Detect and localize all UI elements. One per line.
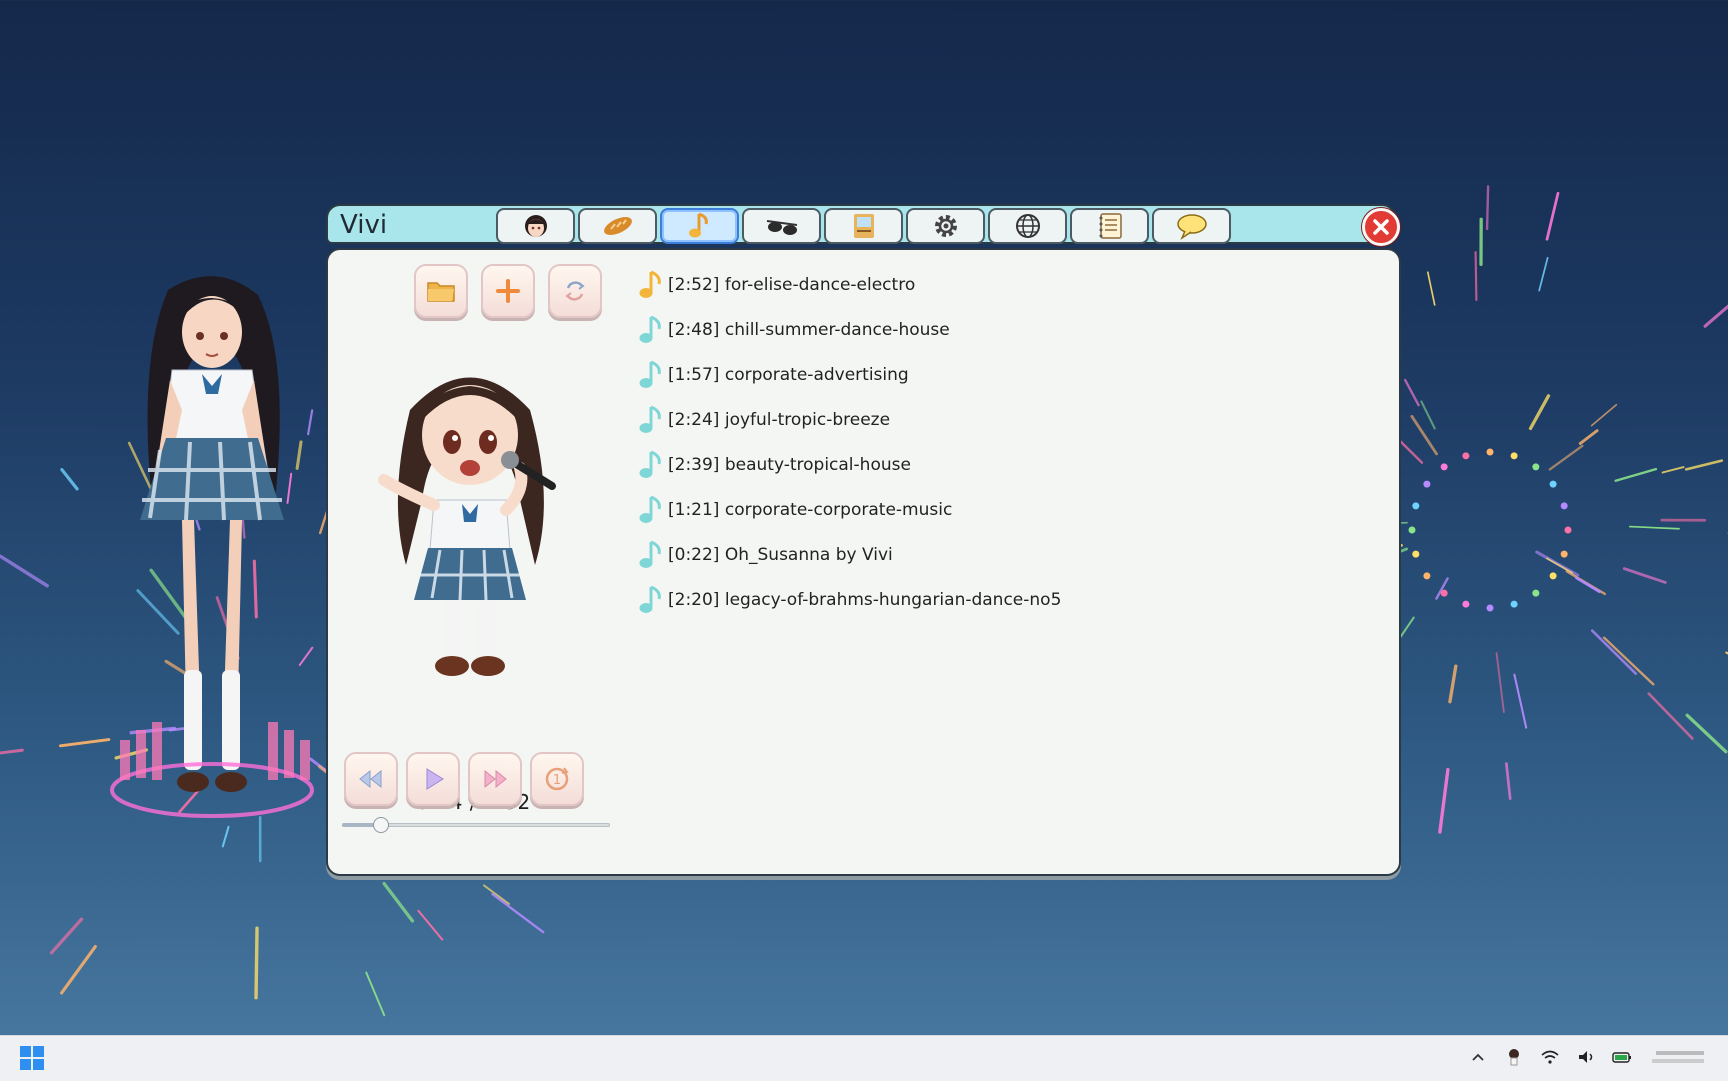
title-bar[interactable]: Vivi bbox=[326, 204, 1396, 244]
music-note-icon bbox=[634, 358, 664, 392]
tab-notes[interactable] bbox=[1070, 208, 1149, 244]
track-label: [1:21] corporate-corporate-music bbox=[668, 500, 952, 520]
gear-icon bbox=[928, 211, 964, 241]
tab-chat[interactable] bbox=[1152, 208, 1231, 244]
book-icon bbox=[846, 211, 882, 241]
music-note-icon bbox=[634, 313, 664, 347]
rewind-icon bbox=[354, 762, 388, 796]
tab-bar bbox=[496, 208, 1231, 244]
refresh-button[interactable] bbox=[548, 264, 602, 318]
playlist-item[interactable]: [2:52] for-elise-dance-electro bbox=[634, 262, 1334, 307]
track-label: [2:20] legacy-of-brahms-hungarian-dance-… bbox=[668, 590, 1061, 610]
desktop-character[interactable] bbox=[90, 270, 340, 890]
app-window: Vivi bbox=[326, 204, 1401, 876]
system-tray bbox=[1468, 1047, 1708, 1067]
tab-food[interactable] bbox=[578, 208, 657, 244]
notebook-icon bbox=[1092, 211, 1128, 241]
repeat-one-icon: 1 bbox=[540, 762, 574, 796]
close-button[interactable] bbox=[1362, 208, 1400, 246]
track-label: [2:52] for-elise-dance-electro bbox=[668, 275, 915, 295]
play-button[interactable] bbox=[406, 752, 460, 806]
music-note-icon bbox=[634, 583, 664, 617]
music-note-icon bbox=[634, 448, 664, 482]
track-label: [2:39] beauty-tropical-house bbox=[668, 455, 911, 475]
music-note-icon bbox=[634, 538, 664, 572]
tab-settings[interactable] bbox=[906, 208, 985, 244]
volume-icon[interactable] bbox=[1576, 1047, 1596, 1067]
add-icon bbox=[491, 274, 525, 308]
playlist-item[interactable]: [2:48] chill-summer-dance-house bbox=[634, 307, 1334, 352]
track-label: [2:48] chill-summer-dance-house bbox=[668, 320, 950, 340]
tab-character[interactable] bbox=[496, 208, 575, 244]
fast-forward-icon bbox=[478, 762, 512, 796]
vivi-tray-icon[interactable] bbox=[1504, 1047, 1524, 1067]
playlist-item[interactable]: [2:39] beauty-tropical-house bbox=[634, 442, 1334, 487]
taskbar bbox=[0, 1035, 1728, 1081]
close-icon bbox=[1371, 217, 1391, 237]
track-label: [1:57] corporate-advertising bbox=[668, 365, 909, 385]
repeat-one-button[interactable]: 1 bbox=[530, 752, 584, 806]
sunglasses-icon bbox=[764, 211, 800, 241]
wifi-icon[interactable] bbox=[1540, 1047, 1560, 1067]
playlist-item[interactable]: [0:22] Oh_Susanna by Vivi bbox=[634, 532, 1334, 577]
avatar-icon bbox=[518, 211, 554, 241]
music-note-icon bbox=[682, 211, 718, 241]
chevron-up-icon[interactable] bbox=[1468, 1047, 1488, 1067]
progress-thumb[interactable] bbox=[373, 817, 389, 833]
progress-slider[interactable] bbox=[342, 821, 610, 829]
battery-icon[interactable] bbox=[1612, 1047, 1632, 1067]
tab-accessories[interactable] bbox=[742, 208, 821, 244]
rewind-button[interactable] bbox=[344, 752, 398, 806]
music-note-icon bbox=[634, 268, 664, 302]
add-track-button[interactable] bbox=[481, 264, 535, 318]
playlist: [2:52] for-elise-dance-electro [2:48] chi… bbox=[634, 262, 1334, 622]
playlist-item[interactable]: [1:21] corporate-corporate-music bbox=[634, 487, 1334, 532]
track-label: [0:22] Oh_Susanna by Vivi bbox=[668, 545, 893, 565]
clock-area[interactable] bbox=[1648, 1047, 1708, 1067]
svg-text:1: 1 bbox=[553, 773, 561, 788]
music-panel: [2:52] for-elise-dance-electro [2:48] chi… bbox=[326, 248, 1401, 876]
tab-language[interactable] bbox=[988, 208, 1067, 244]
playlist-item[interactable]: [1:57] corporate-advertising bbox=[634, 352, 1334, 397]
windows-start-icon[interactable] bbox=[20, 1046, 44, 1070]
singing-character[interactable] bbox=[370, 350, 570, 690]
open-folder-button[interactable] bbox=[414, 264, 468, 318]
track-label: [2:24] joyful-tropic-breeze bbox=[668, 410, 890, 430]
play-icon bbox=[416, 762, 450, 796]
playlist-item[interactable]: [2:24] joyful-tropic-breeze bbox=[634, 397, 1334, 442]
music-note-icon bbox=[634, 493, 664, 527]
music-note-icon bbox=[634, 403, 664, 437]
playlist-item[interactable]: [2:20] legacy-of-brahms-hungarian-dance-… bbox=[634, 577, 1334, 622]
bread-icon bbox=[600, 211, 636, 241]
tab-music[interactable] bbox=[660, 208, 739, 244]
fast-forward-button[interactable] bbox=[468, 752, 522, 806]
refresh-icon bbox=[558, 274, 592, 308]
speech-bubble-icon bbox=[1174, 211, 1210, 241]
folder-icon bbox=[424, 274, 458, 308]
app-title: Vivi bbox=[340, 210, 387, 240]
tab-book[interactable] bbox=[824, 208, 903, 244]
globe-icon bbox=[1010, 211, 1046, 241]
